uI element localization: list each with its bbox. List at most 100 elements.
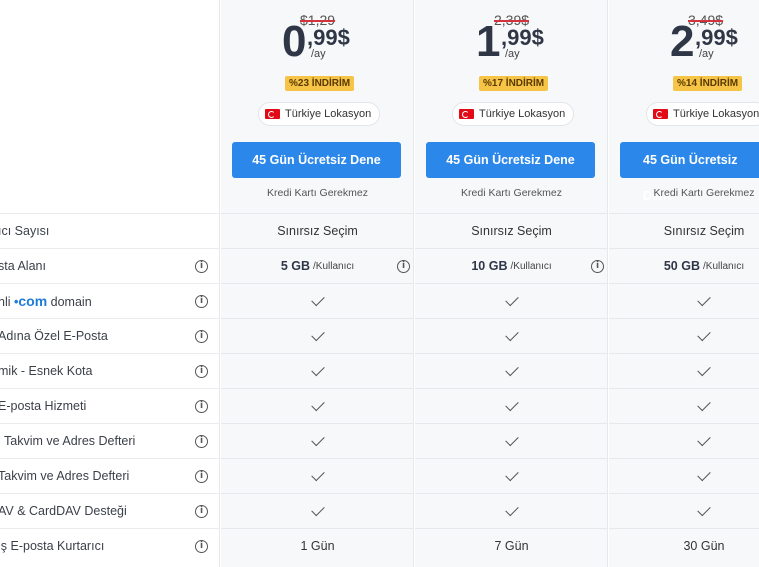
check-icon bbox=[697, 397, 711, 411]
cell-flex-quota bbox=[221, 353, 414, 388]
check-icon bbox=[310, 292, 325, 306]
check-icon bbox=[504, 327, 519, 341]
feature-label: nli •com domain bbox=[0, 293, 92, 309]
cell-calendar-2 bbox=[415, 458, 608, 493]
feature-row-recovery: iş E-posta Kurtarıcı i bbox=[0, 528, 220, 563]
plan-header: $1,29 0 ,99$ /ay %23 İNDİRİM Türkiye Lok… bbox=[221, 0, 414, 212]
plan-column-3: 3,49$ 2 ,99$ /ay %14 İNDİRİM Türkiye Lok… bbox=[609, 0, 759, 567]
check-icon bbox=[697, 432, 711, 446]
check-icon bbox=[504, 467, 519, 481]
pricing-comparison: ıcı Sayısı sta Alanı i nli •com domain i… bbox=[0, 0, 759, 567]
location-label: Türkiye Lokasyon bbox=[479, 108, 566, 120]
free-trial-button[interactable]: 45 Gün Ücretsiz Dene bbox=[620, 142, 759, 203]
feature-label: Takvim ve Adres Defteri bbox=[0, 469, 130, 483]
cell-domain bbox=[415, 283, 608, 318]
info-circle-icon[interactable]: i bbox=[195, 434, 208, 448]
check-icon bbox=[504, 292, 519, 306]
price-period: /ay bbox=[699, 48, 714, 60]
check-icon bbox=[310, 432, 325, 446]
discount-badge: %17 İNDİRİM bbox=[479, 76, 549, 91]
info-circle-icon[interactable]: i bbox=[195, 329, 208, 343]
info-circle-icon[interactable]: i bbox=[195, 294, 208, 308]
cell-recovery: 1 Gün bbox=[221, 528, 414, 563]
cell-caldav bbox=[415, 493, 608, 528]
cell-email-service bbox=[609, 388, 759, 423]
feature-column: ıcı Sayısı sta Alanı i nli •com domain i… bbox=[0, 0, 220, 567]
cell-storage: 5 GB/Kullanıcı i bbox=[221, 248, 414, 283]
cell-flex-quota bbox=[609, 353, 759, 388]
feature-row-email-service: E-posta Hizmeti i bbox=[0, 388, 220, 423]
price-integer: 1 bbox=[476, 17, 501, 66]
info-circle-icon[interactable]: i bbox=[195, 259, 208, 273]
feature-row-caldav: AV & CardDAV Desteği i bbox=[0, 493, 220, 528]
turkey-flag-icon bbox=[265, 109, 280, 119]
feature-label: ıcı Sayısı bbox=[0, 224, 50, 238]
cell-users: Sınırsız Seçim bbox=[221, 213, 414, 248]
check-icon bbox=[504, 397, 519, 411]
feature-label: l Takvim ve Adres Defteri bbox=[0, 434, 136, 448]
location-label: Türkiye Lokasyon bbox=[673, 108, 759, 120]
cell-calendar-1 bbox=[221, 423, 414, 458]
cell-custom-email bbox=[415, 318, 608, 353]
check-icon bbox=[504, 432, 519, 446]
credit-card-note: Kredi Kartı Gerekmez bbox=[653, 187, 755, 199]
free-trial-button[interactable]: 45 Gün Ücretsiz Dene bbox=[232, 142, 401, 178]
recovery-value: 7 Gün bbox=[494, 539, 529, 553]
check-icon bbox=[310, 467, 325, 481]
feature-row-calendar-1: l Takvim ve Adres Defteri i bbox=[0, 423, 220, 458]
feature-label-pre: nli bbox=[0, 295, 11, 309]
check-icon bbox=[310, 362, 325, 376]
check-icon bbox=[310, 327, 325, 341]
feature-row-calendar-2: Takvim ve Adres Defteri i bbox=[0, 458, 220, 493]
feature-label-post: domain bbox=[47, 295, 92, 309]
discount-badge: %14 İNDİRİM bbox=[673, 76, 743, 91]
info-circle-icon[interactable]: i bbox=[591, 259, 604, 273]
check-icon bbox=[697, 362, 711, 376]
location-label: Türkiye Lokasyon bbox=[285, 108, 372, 120]
feature-label: Adına Özel E-Posta bbox=[0, 329, 108, 343]
location-badge: Türkiye Lokasyon bbox=[646, 102, 759, 126]
storage-unit: /Kullanıcı bbox=[510, 260, 552, 272]
turkey-flag-icon bbox=[653, 109, 668, 119]
cell-custom-email bbox=[221, 318, 414, 353]
users-value: Sınırsız Seçim bbox=[471, 224, 552, 238]
discount-badge: %23 İNDİRİM bbox=[285, 76, 355, 91]
check-icon bbox=[310, 397, 325, 411]
free-trial-button[interactable]: 45 Gün Ücretsiz Dene bbox=[426, 142, 595, 178]
cell-storage: 50 GB/Kullanıcı bbox=[609, 248, 759, 283]
info-circle-icon[interactable]: i bbox=[195, 504, 208, 518]
feature-label: sta Alanı bbox=[0, 259, 46, 273]
info-circle-icon[interactable]: i bbox=[195, 539, 208, 553]
info-circle-icon[interactable]: i bbox=[195, 399, 208, 413]
cell-users: Sınırsız Seçim bbox=[609, 213, 759, 248]
check-icon bbox=[697, 292, 711, 306]
cell-calendar-2 bbox=[609, 458, 759, 493]
info-circle-icon[interactable]: i bbox=[195, 364, 208, 378]
cell-calendar-1 bbox=[609, 423, 759, 458]
credit-card-note: Kredi Kartı Gerekmez bbox=[267, 187, 368, 199]
cell-recovery: 30 Gün bbox=[609, 528, 759, 563]
info-circle-icon[interactable]: i bbox=[397, 259, 410, 273]
location-badge: Türkiye Lokasyon bbox=[258, 102, 381, 126]
cell-custom-email bbox=[609, 318, 759, 353]
users-value: Sınırsız Seçim bbox=[277, 224, 358, 238]
cell-storage: 10 GB/Kullanıcı i bbox=[415, 248, 608, 283]
cell-calendar-1 bbox=[415, 423, 608, 458]
com-logo: com bbox=[18, 293, 48, 309]
check-icon bbox=[697, 502, 711, 516]
plan-header: 2,39$ 1 ,99$ /ay %17 İNDİRİM Türkiye Lok… bbox=[415, 0, 608, 212]
cell-caldav bbox=[221, 493, 414, 528]
info-circle-icon[interactable]: i bbox=[195, 469, 208, 483]
cell-flex-quota bbox=[415, 353, 608, 388]
price-integer: 2 bbox=[670, 17, 695, 66]
feature-row-storage: sta Alanı i bbox=[0, 248, 220, 283]
feature-row-custom-email: Adına Özel E-Posta i bbox=[0, 318, 220, 353]
feature-label: iş E-posta Kurtarıcı bbox=[0, 539, 105, 553]
price-period: /ay bbox=[505, 48, 520, 60]
cell-caldav bbox=[609, 493, 759, 528]
check-icon bbox=[504, 362, 519, 376]
price-integer: 0 bbox=[282, 17, 307, 66]
storage-value: 10 GB bbox=[471, 259, 508, 273]
price-period: /ay bbox=[311, 48, 326, 60]
storage-unit: /Kullanıcı bbox=[703, 260, 745, 272]
